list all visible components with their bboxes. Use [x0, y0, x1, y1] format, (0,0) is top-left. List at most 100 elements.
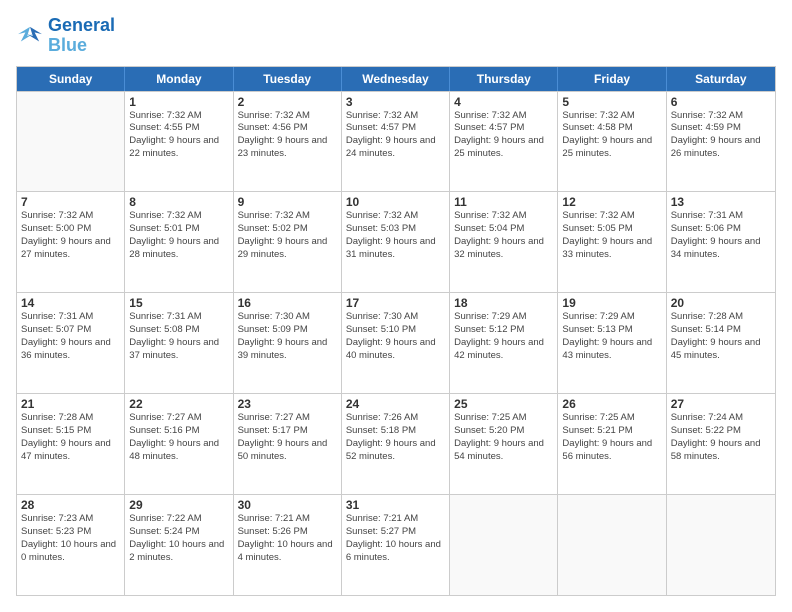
day-number: 29: [129, 498, 228, 512]
day-info: Sunrise: 7:31 AMSunset: 5:08 PMDaylight:…: [129, 311, 228, 362]
logo-text: General Blue: [48, 16, 115, 56]
day-info: Sunrise: 7:32 AMSunset: 5:02 PMDaylight:…: [238, 210, 337, 261]
header-day-friday: Friday: [558, 67, 666, 91]
cal-cell: 25Sunrise: 7:25 AMSunset: 5:20 PMDayligh…: [450, 394, 558, 494]
day-info: Sunrise: 7:26 AMSunset: 5:18 PMDaylight:…: [346, 412, 445, 463]
day-number: 24: [346, 397, 445, 411]
header-day-monday: Monday: [125, 67, 233, 91]
day-info: Sunrise: 7:25 AMSunset: 5:20 PMDaylight:…: [454, 412, 553, 463]
cal-cell: 15Sunrise: 7:31 AMSunset: 5:08 PMDayligh…: [125, 293, 233, 393]
day-info: Sunrise: 7:30 AMSunset: 5:09 PMDaylight:…: [238, 311, 337, 362]
day-number: 4: [454, 95, 553, 109]
day-info: Sunrise: 7:22 AMSunset: 5:24 PMDaylight:…: [129, 513, 228, 564]
week-5: 28Sunrise: 7:23 AMSunset: 5:23 PMDayligh…: [17, 494, 775, 595]
calendar-header: SundayMondayTuesdayWednesdayThursdayFrid…: [17, 67, 775, 91]
day-number: 31: [346, 498, 445, 512]
day-info: Sunrise: 7:30 AMSunset: 5:10 PMDaylight:…: [346, 311, 445, 362]
day-info: Sunrise: 7:31 AMSunset: 5:07 PMDaylight:…: [21, 311, 120, 362]
cal-cell: 5Sunrise: 7:32 AMSunset: 4:58 PMDaylight…: [558, 92, 666, 192]
day-info: Sunrise: 7:32 AMSunset: 4:57 PMDaylight:…: [346, 110, 445, 161]
day-info: Sunrise: 7:32 AMSunset: 5:01 PMDaylight:…: [129, 210, 228, 261]
cal-cell: 31Sunrise: 7:21 AMSunset: 5:27 PMDayligh…: [342, 495, 450, 595]
header-day-tuesday: Tuesday: [234, 67, 342, 91]
cal-cell: 6Sunrise: 7:32 AMSunset: 4:59 PMDaylight…: [667, 92, 775, 192]
cal-cell: 13Sunrise: 7:31 AMSunset: 5:06 PMDayligh…: [667, 192, 775, 292]
day-info: Sunrise: 7:32 AMSunset: 5:00 PMDaylight:…: [21, 210, 120, 261]
logo-icon: [16, 25, 44, 47]
page-header: General Blue: [16, 16, 776, 56]
day-number: 19: [562, 296, 661, 310]
cal-cell: 1Sunrise: 7:32 AMSunset: 4:55 PMDaylight…: [125, 92, 233, 192]
week-4: 21Sunrise: 7:28 AMSunset: 5:15 PMDayligh…: [17, 393, 775, 494]
day-number: 25: [454, 397, 553, 411]
day-number: 14: [21, 296, 120, 310]
day-number: 11: [454, 195, 553, 209]
week-2: 7Sunrise: 7:32 AMSunset: 5:00 PMDaylight…: [17, 191, 775, 292]
day-info: Sunrise: 7:32 AMSunset: 4:56 PMDaylight:…: [238, 110, 337, 161]
cal-cell: 2Sunrise: 7:32 AMSunset: 4:56 PMDaylight…: [234, 92, 342, 192]
cal-cell: [558, 495, 666, 595]
day-info: Sunrise: 7:21 AMSunset: 5:27 PMDaylight:…: [346, 513, 445, 564]
day-info: Sunrise: 7:29 AMSunset: 5:12 PMDaylight:…: [454, 311, 553, 362]
day-info: Sunrise: 7:32 AMSunset: 4:58 PMDaylight:…: [562, 110, 661, 161]
day-number: 30: [238, 498, 337, 512]
cal-cell: 11Sunrise: 7:32 AMSunset: 5:04 PMDayligh…: [450, 192, 558, 292]
cal-cell: [17, 92, 125, 192]
cal-cell: 24Sunrise: 7:26 AMSunset: 5:18 PMDayligh…: [342, 394, 450, 494]
day-info: Sunrise: 7:27 AMSunset: 5:17 PMDaylight:…: [238, 412, 337, 463]
cal-cell: 29Sunrise: 7:22 AMSunset: 5:24 PMDayligh…: [125, 495, 233, 595]
week-1: 1Sunrise: 7:32 AMSunset: 4:55 PMDaylight…: [17, 91, 775, 192]
calendar: SundayMondayTuesdayWednesdayThursdayFrid…: [16, 66, 776, 596]
header-day-saturday: Saturday: [667, 67, 775, 91]
day-number: 6: [671, 95, 771, 109]
day-info: Sunrise: 7:28 AMSunset: 5:14 PMDaylight:…: [671, 311, 771, 362]
cal-cell: [450, 495, 558, 595]
day-info: Sunrise: 7:32 AMSunset: 5:03 PMDaylight:…: [346, 210, 445, 261]
cal-cell: [667, 495, 775, 595]
cal-cell: 30Sunrise: 7:21 AMSunset: 5:26 PMDayligh…: [234, 495, 342, 595]
day-number: 18: [454, 296, 553, 310]
day-info: Sunrise: 7:23 AMSunset: 5:23 PMDaylight:…: [21, 513, 120, 564]
day-info: Sunrise: 7:25 AMSunset: 5:21 PMDaylight:…: [562, 412, 661, 463]
day-info: Sunrise: 7:32 AMSunset: 4:57 PMDaylight:…: [454, 110, 553, 161]
day-number: 28: [21, 498, 120, 512]
cal-cell: 7Sunrise: 7:32 AMSunset: 5:00 PMDaylight…: [17, 192, 125, 292]
day-number: 26: [562, 397, 661, 411]
day-number: 23: [238, 397, 337, 411]
day-number: 15: [129, 296, 228, 310]
cal-cell: 9Sunrise: 7:32 AMSunset: 5:02 PMDaylight…: [234, 192, 342, 292]
day-info: Sunrise: 7:24 AMSunset: 5:22 PMDaylight:…: [671, 412, 771, 463]
cal-cell: 20Sunrise: 7:28 AMSunset: 5:14 PMDayligh…: [667, 293, 775, 393]
day-number: 9: [238, 195, 337, 209]
day-info: Sunrise: 7:27 AMSunset: 5:16 PMDaylight:…: [129, 412, 228, 463]
cal-cell: 16Sunrise: 7:30 AMSunset: 5:09 PMDayligh…: [234, 293, 342, 393]
cal-cell: 22Sunrise: 7:27 AMSunset: 5:16 PMDayligh…: [125, 394, 233, 494]
cal-cell: 19Sunrise: 7:29 AMSunset: 5:13 PMDayligh…: [558, 293, 666, 393]
cal-cell: 27Sunrise: 7:24 AMSunset: 5:22 PMDayligh…: [667, 394, 775, 494]
day-number: 20: [671, 296, 771, 310]
week-3: 14Sunrise: 7:31 AMSunset: 5:07 PMDayligh…: [17, 292, 775, 393]
cal-cell: 10Sunrise: 7:32 AMSunset: 5:03 PMDayligh…: [342, 192, 450, 292]
cal-cell: 21Sunrise: 7:28 AMSunset: 5:15 PMDayligh…: [17, 394, 125, 494]
calendar-body: 1Sunrise: 7:32 AMSunset: 4:55 PMDaylight…: [17, 91, 775, 595]
day-info: Sunrise: 7:32 AMSunset: 5:04 PMDaylight:…: [454, 210, 553, 261]
header-day-thursday: Thursday: [450, 67, 558, 91]
cal-cell: 17Sunrise: 7:30 AMSunset: 5:10 PMDayligh…: [342, 293, 450, 393]
day-number: 22: [129, 397, 228, 411]
day-number: 27: [671, 397, 771, 411]
cal-cell: 14Sunrise: 7:31 AMSunset: 5:07 PMDayligh…: [17, 293, 125, 393]
header-day-wednesday: Wednesday: [342, 67, 450, 91]
cal-cell: 12Sunrise: 7:32 AMSunset: 5:05 PMDayligh…: [558, 192, 666, 292]
day-number: 2: [238, 95, 337, 109]
day-number: 7: [21, 195, 120, 209]
cal-cell: 8Sunrise: 7:32 AMSunset: 5:01 PMDaylight…: [125, 192, 233, 292]
day-number: 17: [346, 296, 445, 310]
day-number: 10: [346, 195, 445, 209]
day-number: 8: [129, 195, 228, 209]
cal-cell: 3Sunrise: 7:32 AMSunset: 4:57 PMDaylight…: [342, 92, 450, 192]
day-number: 13: [671, 195, 771, 209]
day-number: 5: [562, 95, 661, 109]
logo: General Blue: [16, 16, 115, 56]
cal-cell: 18Sunrise: 7:29 AMSunset: 5:12 PMDayligh…: [450, 293, 558, 393]
day-info: Sunrise: 7:29 AMSunset: 5:13 PMDaylight:…: [562, 311, 661, 362]
